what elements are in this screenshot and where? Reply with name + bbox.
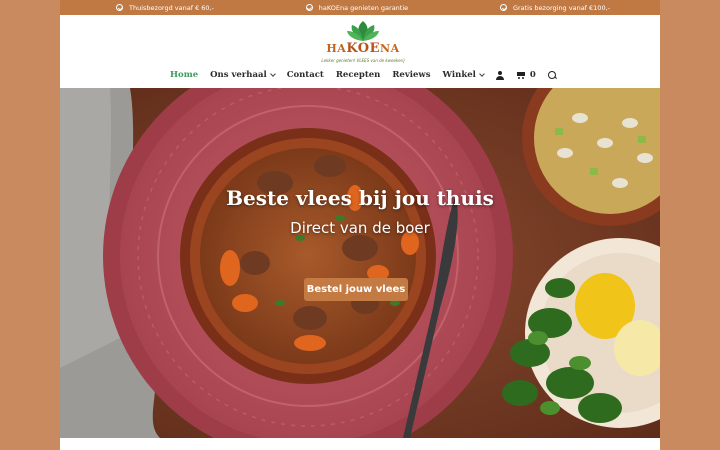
logo[interactable]: HAKOENA Lekker genieten! VLEES van de kw… bbox=[318, 19, 408, 67]
content-start bbox=[60, 438, 660, 450]
main-nav: Home Ons verhaal Contact Recepten Review… bbox=[170, 68, 557, 82]
nav-item-winkel[interactable]: Winkel bbox=[442, 70, 485, 80]
account-button[interactable] bbox=[495, 70, 504, 80]
cart-count: 0 bbox=[529, 70, 536, 80]
chevron-down-icon bbox=[269, 71, 276, 77]
check-circle-icon bbox=[499, 4, 507, 11]
topbar-item-delivery: Thuisbezorgd vanaf € 60,- bbox=[116, 4, 214, 12]
check-circle-icon bbox=[305, 4, 313, 11]
hero-title: Beste vlees bij jou thuis bbox=[226, 186, 494, 210]
chevron-down-icon bbox=[479, 71, 485, 77]
topbar-item-label: haKOEna genieten garantie bbox=[318, 3, 409, 12]
nav-item-label: Reviews bbox=[392, 70, 431, 80]
topbar-item-label: Thuisbezorgd vanaf € 60,- bbox=[129, 3, 214, 12]
nav-item-label: Home bbox=[170, 70, 199, 80]
nav-item-label: Ons verhaal bbox=[210, 70, 267, 80]
cart-icon bbox=[516, 71, 526, 79]
nav-item-reviews[interactable]: Reviews bbox=[392, 70, 430, 80]
nav-item-home[interactable]: Home bbox=[170, 70, 198, 80]
cart-button[interactable]: 0 bbox=[516, 70, 536, 80]
check-circle-icon bbox=[116, 4, 123, 11]
hero-subtitle: Direct van de boer bbox=[290, 219, 430, 237]
nav-item-label: Contact bbox=[286, 70, 324, 80]
nav-item-label: Winkel bbox=[442, 70, 476, 80]
nav-item-label: Recepten bbox=[335, 70, 381, 80]
order-meat-button[interactable]: Bestel jouw vlees bbox=[304, 278, 408, 301]
search-icon bbox=[547, 70, 557, 80]
user-icon bbox=[495, 70, 504, 80]
hero-food-image bbox=[60, 88, 660, 438]
nav-item-contact[interactable]: Contact bbox=[287, 70, 324, 80]
topbar-item-guarantee: haKOEna genieten garantie bbox=[305, 3, 409, 12]
page: Thuisbezorgd vanaf € 60,- haKOEna geniet… bbox=[60, 0, 660, 450]
hero-banner: Beste vlees bij jou thuis Direct van de … bbox=[60, 88, 660, 438]
nav-item-ons-verhaal[interactable]: Ons verhaal bbox=[210, 70, 276, 80]
search-button[interactable] bbox=[547, 70, 557, 80]
topbar-item-free-shipping: Gratis bezorging vanaf €100,- bbox=[499, 3, 610, 12]
logo-tagline: Lekker genieten! VLEES van de kweekerij bbox=[321, 58, 405, 63]
logo-wordmark: HAKOENA bbox=[326, 41, 400, 56]
site-header: HAKOENA Lekker genieten! VLEES van de kw… bbox=[60, 15, 660, 88]
nav-item-recepten[interactable]: Recepten bbox=[336, 70, 381, 80]
top-info-bar: Thuisbezorgd vanaf € 60,- haKOEna geniet… bbox=[60, 0, 660, 15]
topbar-item-label: Gratis bezorging vanaf €100,- bbox=[512, 3, 610, 12]
